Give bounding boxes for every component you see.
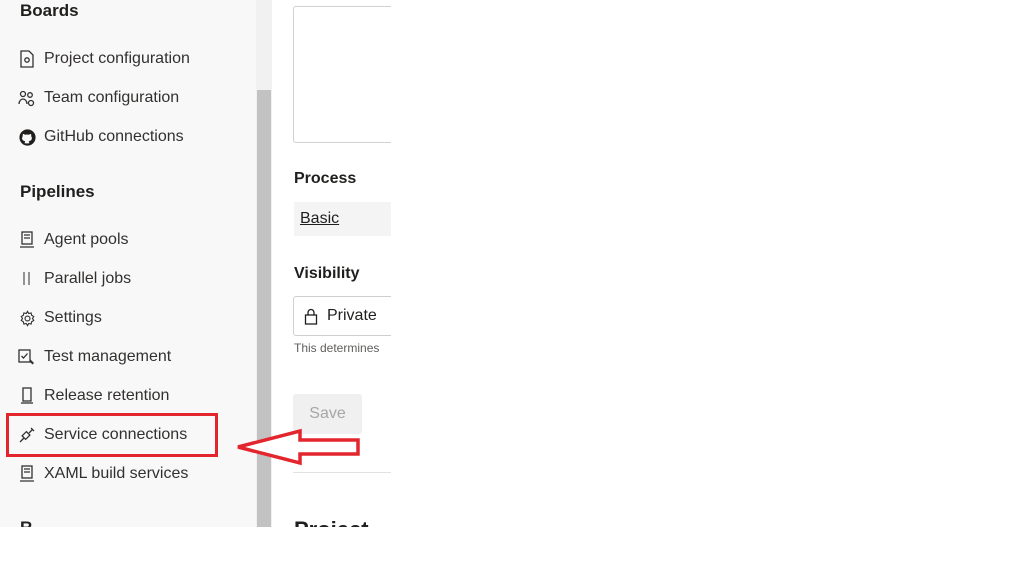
test-management-icon <box>18 348 36 366</box>
sidebar-item-label: GitHub connections <box>44 128 184 145</box>
lock-icon <box>302 307 320 325</box>
process-link[interactable]: Basic <box>300 210 339 228</box>
release-retention-icon <box>18 387 36 405</box>
visibility-helper-text: This determines <box>294 341 380 355</box>
sidebar-item-project-configuration[interactable]: Project configuration <box>14 43 250 75</box>
project-config-icon <box>18 50 36 68</box>
sidebar-item-label: XAML build services <box>44 465 189 482</box>
project-section-heading-partial: Project <box>294 517 369 527</box>
sidebar-item-settings[interactable]: Settings <box>14 302 250 334</box>
build-service-icon <box>18 465 36 483</box>
sidebar-item-release-retention[interactable]: Release retention <box>14 380 250 412</box>
sidebar-item-label: Team configuration <box>44 89 180 106</box>
visibility-value: Private <box>327 307 377 324</box>
sidebar-item-label: Settings <box>44 309 102 326</box>
sidebar-item-label: Agent pools <box>44 231 129 248</box>
description-textarea[interactable] <box>293 6 391 143</box>
agent-pool-icon <box>18 231 36 249</box>
pipelines-heading: Pipelines <box>20 182 95 201</box>
repos-heading-partial: R <box>20 518 32 527</box>
annotation-arrow <box>237 428 360 466</box>
boards-heading: Boards <box>20 1 79 20</box>
sidebar-item-parallel-jobs[interactable]: Parallel jobs <box>14 263 250 295</box>
team-icon <box>18 89 36 107</box>
process-label: Process <box>294 170 357 187</box>
parallel-jobs-icon <box>18 270 36 288</box>
sidebar-item-label: Release retention <box>44 387 170 404</box>
sidebar-item-label: Parallel jobs <box>44 270 132 287</box>
sidebar-item-xaml-build-services[interactable]: XAML build services <box>14 458 250 490</box>
divider <box>293 472 391 473</box>
service-connections-highlight <box>6 413 218 457</box>
gear-icon <box>18 309 36 327</box>
sidebar-item-test-management[interactable]: Test management <box>14 341 250 373</box>
visibility-label: Visibility <box>294 265 360 282</box>
sidebar-item-team-configuration[interactable]: Team configuration <box>14 82 250 114</box>
github-icon <box>18 128 36 146</box>
sidebar-item-github-connections[interactable]: GitHub connections <box>14 121 250 153</box>
sidebar-item-label: Project configuration <box>44 50 190 67</box>
sidebar-item-label: Test management <box>44 348 172 365</box>
visibility-dropdown[interactable]: Private <box>293 296 391 336</box>
sidebar-item-agent-pools[interactable]: Agent pools <box>14 224 250 256</box>
